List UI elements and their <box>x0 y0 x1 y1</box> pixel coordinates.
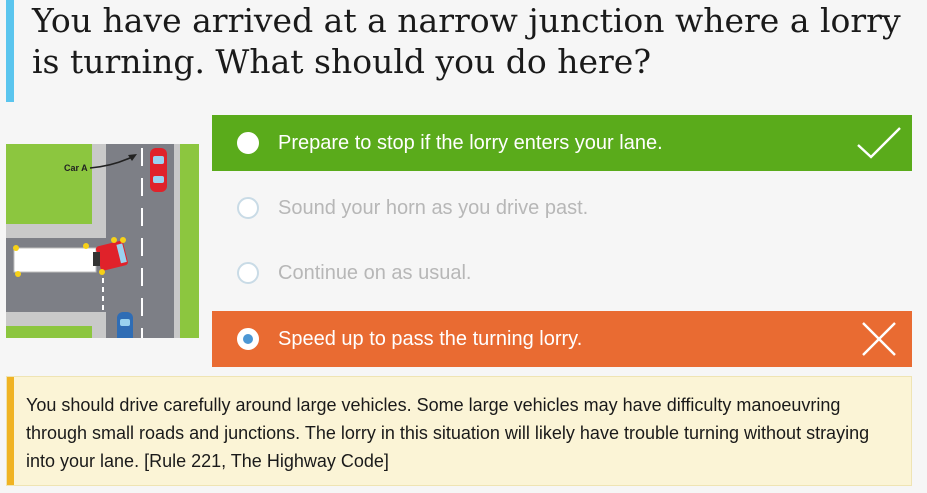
oncoming-car <box>117 312 133 338</box>
answer-option-2[interactable]: Sound your horn as you drive past. <box>212 180 912 236</box>
checkmark-icon <box>857 127 901 159</box>
answer-option-1[interactable]: Prepare to stop if the lorry enters your… <box>212 115 912 171</box>
radio-button[interactable] <box>237 262 259 284</box>
radio-button[interactable] <box>237 197 259 219</box>
answer-label: Prepare to stop if the lorry enters your… <box>278 131 663 154</box>
explanation-accent-bar <box>7 377 14 485</box>
question-accent-bar <box>6 0 14 102</box>
explanation-text: You should drive carefully around large … <box>26 395 870 471</box>
answer-option-3[interactable]: Continue on as usual. <box>212 245 912 301</box>
radio-button-selected[interactable] <box>237 328 259 350</box>
answer-label: Speed up to pass the turning lorry. <box>278 327 583 350</box>
answer-option-4[interactable]: Speed up to pass the turning lorry. <box>212 311 912 367</box>
answer-label: Continue on as usual. <box>278 261 472 284</box>
answer-label: Sound your horn as you drive past. <box>278 196 589 219</box>
radio-button[interactable] <box>237 132 259 154</box>
question-text: You have arrived at a narrow junction wh… <box>32 1 901 81</box>
car-a <box>150 148 167 192</box>
junction-illustration: Car A <box>6 144 199 338</box>
car-a-label: Car A <box>64 163 88 173</box>
cross-icon <box>862 322 896 356</box>
explanation-panel: You should drive carefully around large … <box>6 376 912 486</box>
